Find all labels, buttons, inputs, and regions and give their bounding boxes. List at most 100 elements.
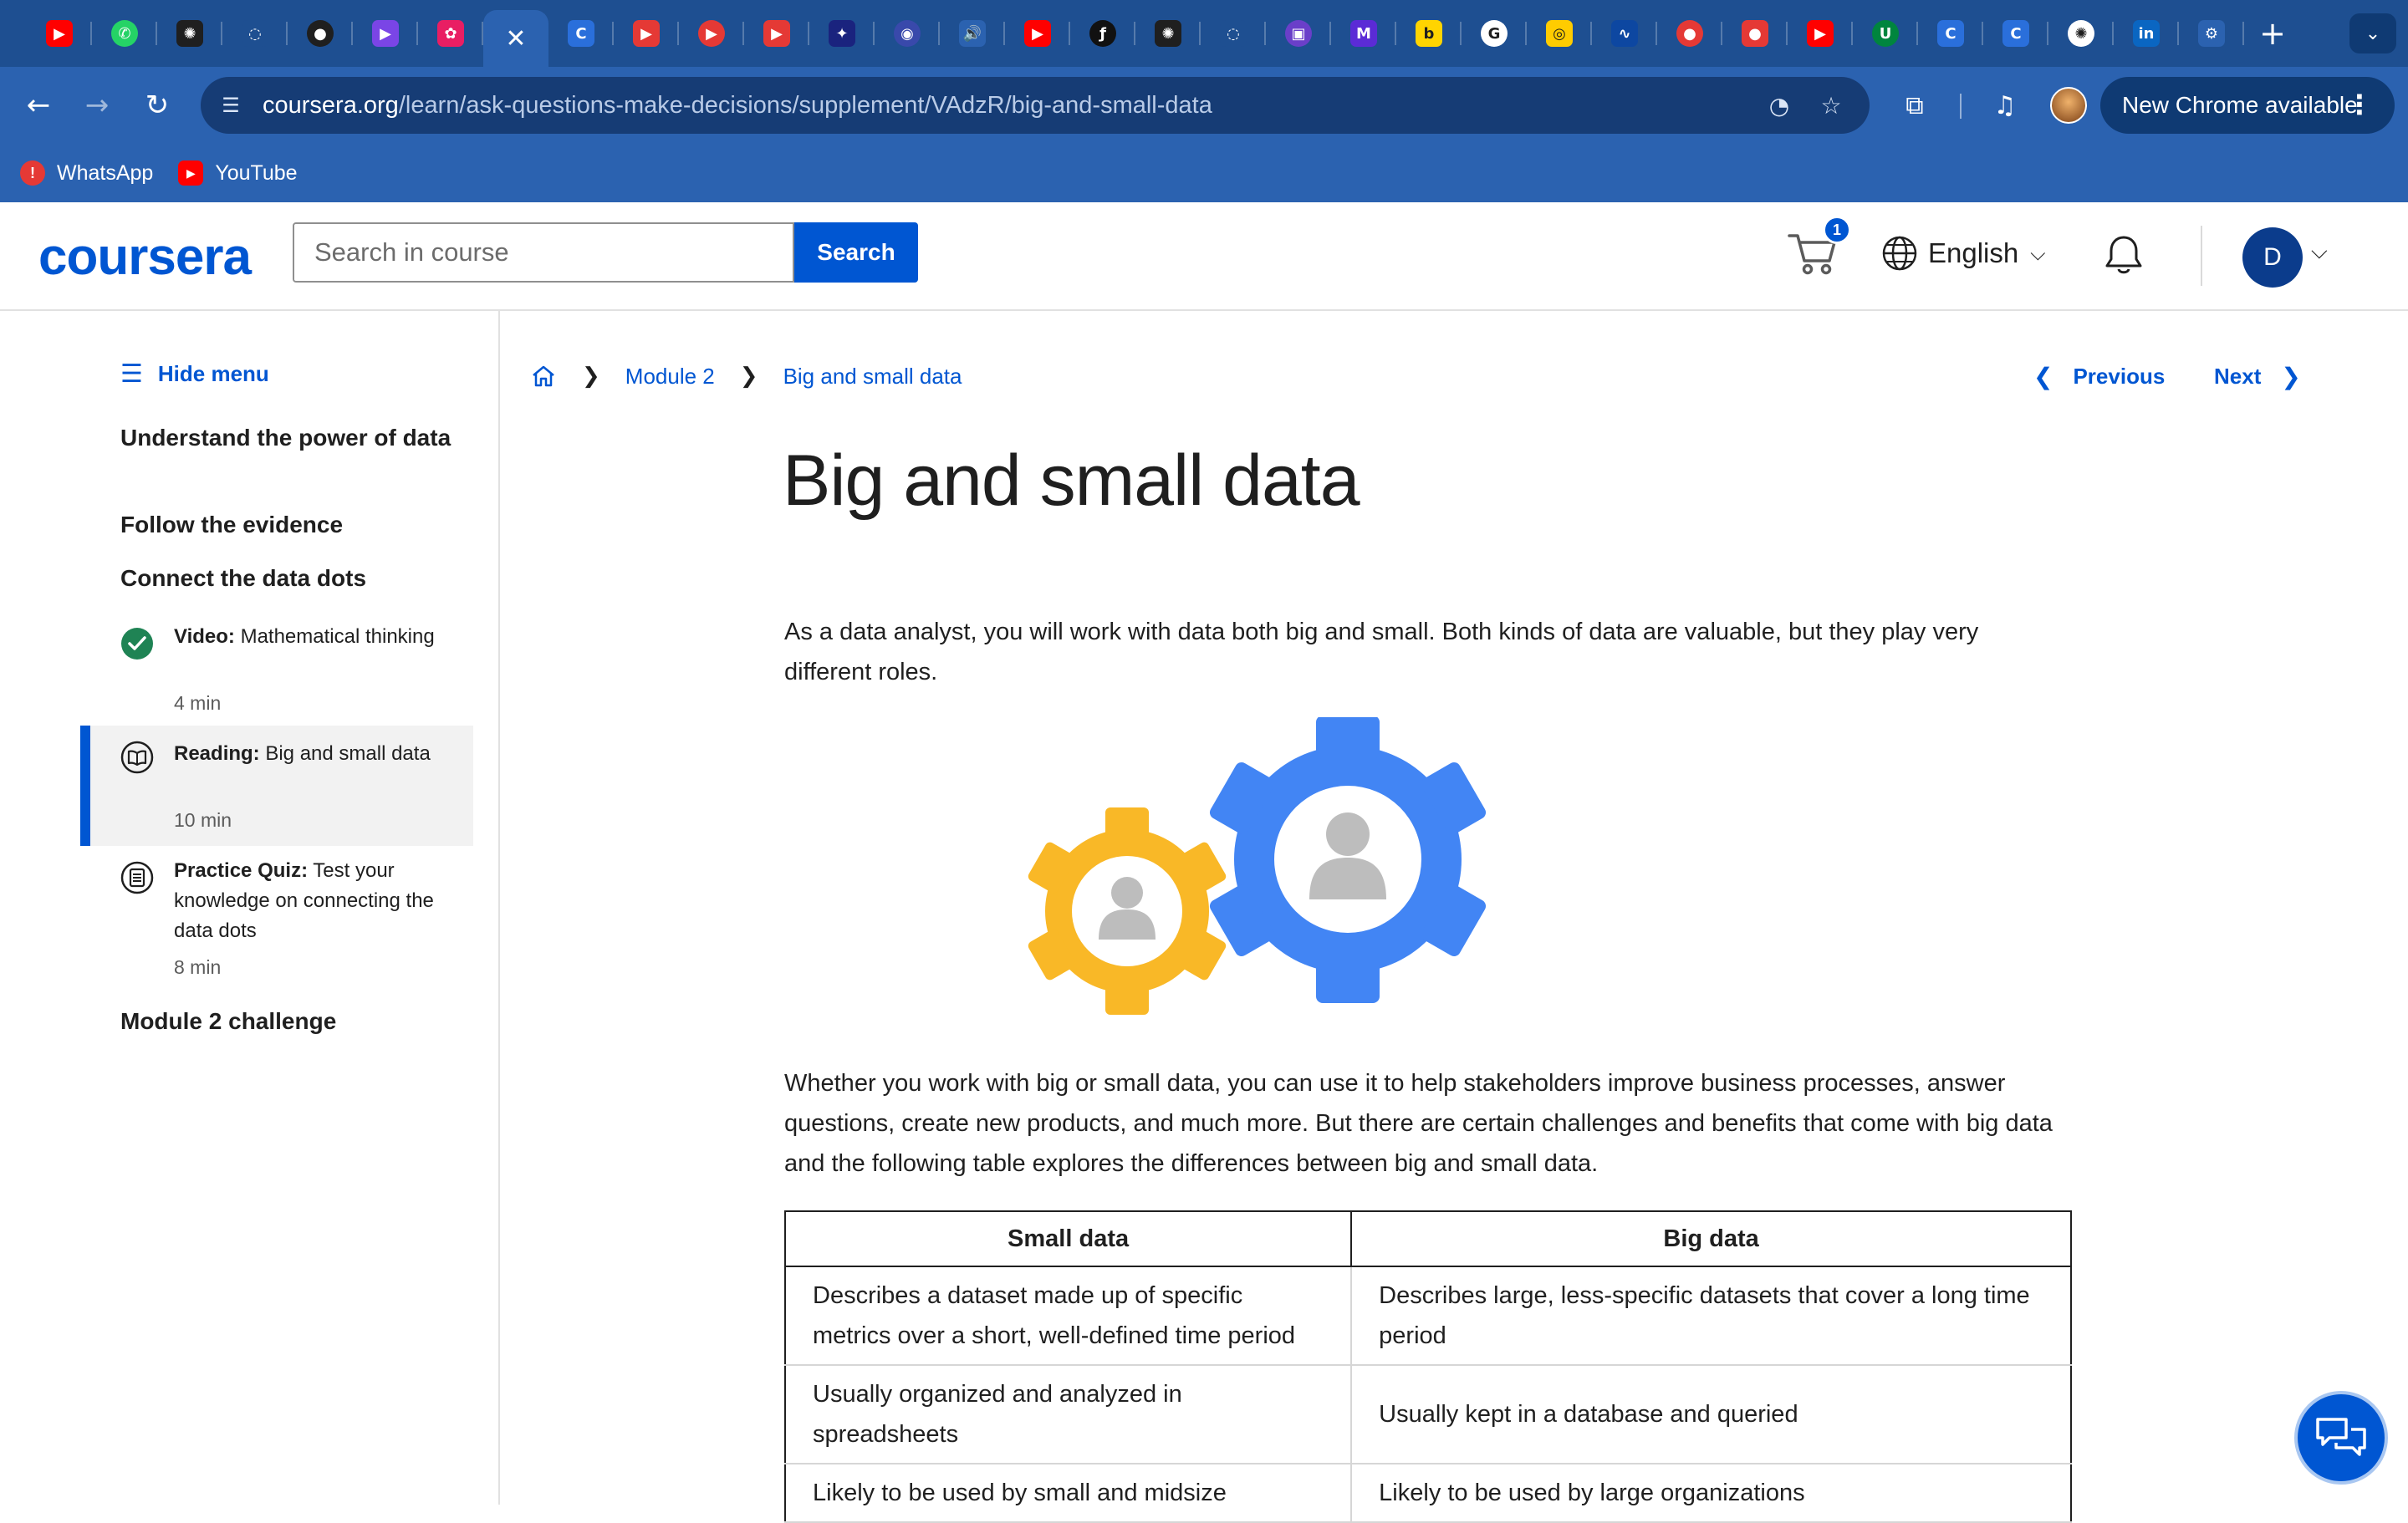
whatsapp-alert-icon: ! — [20, 160, 45, 186]
whatsapp-icon: ✆ — [111, 20, 138, 47]
wave-icon: ∿ — [1611, 20, 1638, 47]
sidebar-item-video[interactable]: Video: Mathematical thinking 4 min — [80, 617, 473, 734]
breadcrumb-page[interactable]: Big and small data — [783, 364, 962, 390]
browser-tab[interactable]: ✺ — [2048, 0, 2114, 67]
address-bar[interactable]: ☰ coursera.org/learn/ask-questions-make-… — [201, 77, 1870, 134]
browser-tab[interactable]: G — [1462, 0, 1527, 67]
next-label: Next — [2214, 363, 2262, 389]
next-button[interactable]: Next ❯ — [2214, 359, 2301, 393]
browser-tab[interactable]: ▶ — [744, 0, 809, 67]
browser-tab[interactable]: in — [2114, 0, 2179, 67]
more-menu-icon[interactable]: ⋮ — [2346, 89, 2373, 120]
bookmark-whatsapp[interactable]: ! WhatsApp — [20, 160, 153, 186]
browser-tab[interactable]: ✺ — [1135, 0, 1201, 67]
lesson-follow-evidence[interactable]: Follow the evidence — [120, 508, 455, 542]
linkedin-icon: in — [2133, 20, 2160, 47]
close-icon[interactable]: ✕ — [505, 24, 526, 53]
new-tab-button[interactable]: + — [2244, 0, 2301, 67]
url-host: coursera.org — [263, 92, 399, 119]
search-button[interactable]: Search — [794, 222, 918, 283]
sidebar-item-reading[interactable]: Reading: Big and small data 10 min — [80, 726, 473, 846]
browser-tab[interactable]: ● — [288, 0, 353, 67]
video-icon: ▣ — [1285, 20, 1312, 47]
breadcrumb-module[interactable]: Module 2 — [625, 364, 715, 390]
browser-tab[interactable]: C — [1983, 0, 2048, 67]
loading-icon: ◌ — [1220, 20, 1247, 47]
browser-tab[interactable]: ◌ — [1201, 0, 1266, 67]
coursera-logo[interactable]: coursera — [38, 227, 252, 287]
chevron-down-icon[interactable]: ⌵ — [2311, 239, 2328, 265]
home-icon[interactable] — [530, 363, 557, 390]
chat-support-button[interactable] — [2294, 1391, 2388, 1485]
media-controls-icon[interactable]: ♫ — [1985, 85, 2025, 125]
browser-tab[interactable]: ◎ — [1527, 0, 1592, 67]
previous-button[interactable]: ❮ Previous — [2033, 359, 2165, 393]
browser-tab[interactable]: ▶ — [1005, 0, 1070, 67]
browser-tab-strip: ▶ ✆ ✺ ◌ ● ▶ ✿ ✕ C ▶ ▶ ▶ ✦ ◉ 🔊 ▶ ƒ ✺ ◌ ▣ Mb G ◎ ∿ ● ● ▶ U C C ✺ in ⚙ + ⌄ — [0, 0, 2408, 67]
course-search-field[interactable] — [293, 222, 794, 283]
browser-tab[interactable]: ✆ — [92, 0, 157, 67]
table-cell: Likely to be used by large organizations — [1350, 1463, 2072, 1523]
browser-tab[interactable]: b — [1396, 0, 1462, 67]
browser-tab[interactable]: C — [1918, 0, 1983, 67]
browser-tab[interactable]: ▶ — [353, 0, 418, 67]
large-gear-icon — [1209, 717, 1487, 1003]
profile-avatar[interactable] — [2050, 87, 2087, 124]
coursera-icon: C — [2002, 20, 2029, 47]
bookmark-star-icon[interactable]: ☆ — [1816, 90, 1846, 120]
header-divider — [2201, 226, 2202, 286]
book-icon — [120, 741, 154, 774]
browser-tab[interactable]: M — [1331, 0, 1396, 67]
browser-tab[interactable]: ▣ — [1266, 0, 1331, 67]
browser-tab[interactable]: ◌ — [222, 0, 288, 67]
extensions-icon[interactable]: ⧉ — [1895, 85, 1935, 125]
browser-tab[interactable]: ∿ — [1592, 0, 1657, 67]
browser-tab[interactable]: ▶ — [1788, 0, 1853, 67]
speaker-icon: 🔊 — [959, 20, 986, 47]
browser-tab[interactable]: ✿ — [418, 0, 483, 67]
forward-icon[interactable]: → — [77, 85, 117, 125]
lesson-connect-dots[interactable]: Connect the data dots — [120, 562, 455, 595]
sidebar-item-text: Reading: Big and small data — [174, 739, 441, 769]
browser-tab[interactable]: ▶ — [614, 0, 679, 67]
browser-tab[interactable]: ▶ — [679, 0, 744, 67]
browser-tab[interactable]: 🔊 — [940, 0, 1005, 67]
site-info-icon[interactable]: ☰ — [217, 92, 244, 119]
metabase-icon: M — [1350, 20, 1377, 47]
bookmark-youtube[interactable]: ▶ YouTube — [178, 160, 298, 186]
globe-icon — [1882, 236, 1917, 271]
browser-tab[interactable]: ✦ — [809, 0, 875, 67]
lesson-understand-power[interactable]: Understand the power of data — [120, 421, 455, 455]
chevron-left-icon: ❮ — [2033, 362, 2053, 390]
tab-search-button[interactable]: ⌄ — [2349, 13, 2396, 53]
browser-tab[interactable]: ▶ — [27, 0, 92, 67]
google-icon: G — [1481, 20, 1508, 47]
chatgpt-icon: ✺ — [2068, 20, 2094, 47]
browser-tab[interactable]: C — [548, 0, 614, 67]
reload-icon[interactable]: ↻ — [137, 85, 177, 125]
search-input[interactable] — [314, 237, 793, 267]
item-title: Mathematical thinking — [240, 625, 435, 648]
youtube-icon: ▶ — [633, 20, 660, 47]
sidebar-item-practice-quiz[interactable]: Practice Quiz: Test your knowledge on co… — [80, 846, 473, 1005]
performance-icon[interactable]: ◔ — [1764, 90, 1794, 120]
browser-tab[interactable]: ✺ — [157, 0, 222, 67]
back-icon[interactable]: ← — [18, 85, 59, 125]
notifications-bell-icon[interactable] — [2100, 232, 2147, 279]
user-avatar[interactable]: D — [2242, 227, 2303, 288]
browser-tab[interactable]: ƒ — [1070, 0, 1135, 67]
hide-menu-button[interactable]: ☰ Hide menu — [120, 359, 269, 389]
browser-tab[interactable]: ⚙ — [2179, 0, 2244, 67]
module-challenge[interactable]: Module 2 challenge — [120, 1005, 455, 1038]
browser-tab[interactable]: ◉ — [875, 0, 940, 67]
browser-tab[interactable]: ● — [1722, 0, 1788, 67]
item-type: Practice Quiz: — [174, 859, 309, 882]
browser-tab[interactable]: U — [1853, 0, 1918, 67]
browser-tab[interactable]: ● — [1657, 0, 1722, 67]
browser-tab[interactable]: ✕ — [483, 10, 548, 67]
url-text[interactable]: coursera.org/learn/ask-questions-make-de… — [263, 92, 1212, 120]
intro-paragraph: As a data analyst, you will work with da… — [784, 619, 1979, 685]
settings-icon: ⚙ — [2198, 20, 2225, 47]
chrome-update-button[interactable]: New Chrome available ⋮ — [2100, 77, 2395, 134]
language-selector[interactable]: English ⌵ — [1881, 232, 2045, 274]
